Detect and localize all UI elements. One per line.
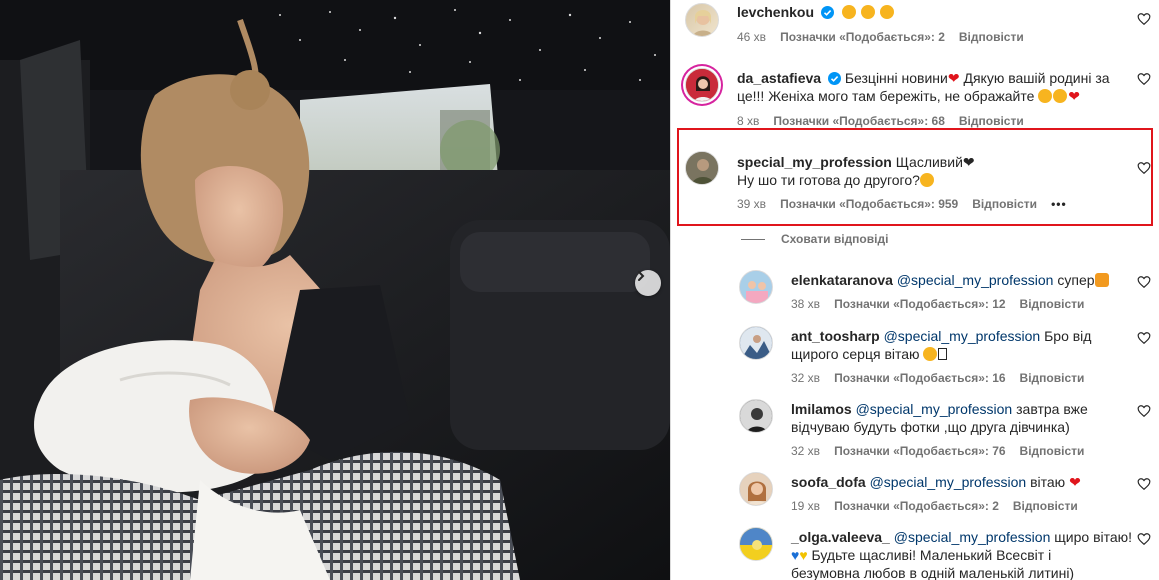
comment-text: Безцінні новини <box>844 70 948 86</box>
reply-time[interactable]: 32 хв <box>791 371 820 385</box>
reply-button[interactable]: Відповісти <box>1013 499 1078 513</box>
missing-glyph-icon <box>938 348 948 360</box>
comment-username[interactable]: da_astafieva <box>737 70 821 86</box>
reply-meta: 38 хв Позначки «Подобається»: 12 Відпові… <box>791 297 1084 311</box>
reply-time[interactable]: 19 хв <box>791 499 820 513</box>
reply-button[interactable]: Відповісти <box>959 114 1024 128</box>
reply-text-line2: відчуваю будуть фотки ,що друга дівчинка… <box>791 419 1070 435</box>
verified-badge-icon <box>820 6 834 19</box>
avatar[interactable] <box>739 326 773 360</box>
likes-count[interactable]: Позначки «Подобається»: 2 <box>834 499 999 513</box>
chevron-right-icon <box>638 271 645 281</box>
avatar[interactable] <box>685 3 719 37</box>
comment-meta: 8 хв Позначки «Подобається»: 68 Відповіс… <box>737 114 1024 128</box>
likes-count[interactable]: Позначки «Подобається»: 16 <box>834 371 1005 385</box>
reply-username[interactable]: elenkataranova <box>791 272 893 288</box>
reply-mention[interactable]: @special_my_profession <box>884 328 1041 344</box>
comment-username[interactable]: levchenkou <box>737 4 814 20</box>
heart-outline-icon[interactable] <box>1137 161 1151 175</box>
likes-count[interactable]: Позначки «Подобається»: 12 <box>834 297 1005 311</box>
yellow-heart-emoji-icon: ♥ <box>799 547 808 563</box>
avatar[interactable] <box>685 151 719 185</box>
heart-outline-icon[interactable] <box>1137 12 1151 26</box>
reply-username[interactable]: ant_toosharp <box>791 328 880 344</box>
reply-time[interactable]: 32 хв <box>791 444 820 458</box>
reply-text-line2: щирого серця вітаю <box>791 346 920 362</box>
likes-count[interactable]: Позначки «Подобається»: 76 <box>834 444 1005 458</box>
reply-button[interactable]: Відповісти <box>1020 297 1085 311</box>
heart-emoji-icon: ❤ <box>1069 474 1081 490</box>
reply-username[interactable]: soofa_dofa <box>791 474 866 490</box>
reply-mention[interactable]: @special_my_profession <box>856 401 1013 417</box>
heart-outline-icon[interactable] <box>1137 275 1151 289</box>
avatar[interactable] <box>739 472 773 506</box>
reply-text-line3: безумовна любов в одній маленькій литині… <box>791 565 1075 580</box>
reply-button[interactable]: Відповісти <box>959 30 1024 44</box>
broken-heart-emoji-icon: ❤ <box>947 70 960 86</box>
avatar[interactable] <box>739 399 773 433</box>
likes-count[interactable]: Позначки «Подобається»: 2 <box>780 30 945 44</box>
laughing-emoji-icon <box>1038 89 1053 103</box>
reply-text: вітаю <box>1026 474 1066 490</box>
avatar[interactable] <box>739 270 773 304</box>
star-eyes-emoji-icon <box>841 5 856 19</box>
screaming-emoji-icon <box>923 347 938 361</box>
black-heart-emoji-icon: ❤ <box>962 154 975 170</box>
comment-time[interactable]: 39 хв <box>737 197 766 211</box>
likes-count[interactable]: Позначки «Подобається»: 68 <box>773 114 944 128</box>
emoji-group <box>841 4 895 20</box>
reply-meta: 19 хв Позначки «Подобається»: 2 Відповіс… <box>791 499 1078 513</box>
reply-text: Бро від <box>1040 328 1092 344</box>
heart-outline-icon[interactable] <box>1137 72 1151 86</box>
comment-text: Щасливий <box>895 154 963 170</box>
reply-button[interactable]: Відповісти <box>972 197 1037 211</box>
hide-replies-button[interactable]: Сховати відповіді <box>781 232 888 246</box>
comment-text-line2: Ну шо ти готова до другого? <box>737 172 920 188</box>
reply-text: завтра вже <box>1012 401 1088 417</box>
reply-text: щиро вітаю! <box>1050 529 1133 545</box>
heart-outline-icon[interactable] <box>1137 331 1151 345</box>
comment-username[interactable]: special_my_profession <box>737 154 892 170</box>
comment-meta: 39 хв Позначки «Подобається»: 959 Відпов… <box>737 197 1067 211</box>
heart-emoji-icon: ❤ <box>1068 88 1080 104</box>
fire-emoji-icon <box>1094 273 1109 287</box>
post-photo <box>0 0 670 580</box>
heart-outline-icon[interactable] <box>1137 477 1151 491</box>
reply-button[interactable]: Відповісти <box>1020 444 1085 458</box>
avatar[interactable] <box>739 527 773 561</box>
hide-replies-line <box>741 239 765 240</box>
reply-text: супер <box>1053 272 1095 288</box>
star-eyes-emoji-icon <box>919 173 934 187</box>
screaming-emoji-icon <box>1053 89 1068 103</box>
comment-time[interactable]: 46 хв <box>737 30 766 44</box>
star-eyes-emoji-icon <box>879 5 894 19</box>
reply-text-line2: Будьте щасливі! Маленький Всесвіт і <box>807 547 1052 563</box>
comments-panel: levchenkou 46 хв Позначки «Подобається»:… <box>671 0 1159 580</box>
verified-badge-icon <box>827 72 841 85</box>
reply-mention[interactable]: @special_my_profession <box>897 272 1054 288</box>
reply-time[interactable]: 38 хв <box>791 297 820 311</box>
next-photo-button[interactable] <box>635 270 661 296</box>
avatar[interactable] <box>685 68 719 102</box>
reply-meta: 32 хв Позначки «Подобається»: 16 Відпові… <box>791 371 1084 385</box>
comment-text-line2: це!!! Женіха мого там бережіть, не ображ… <box>737 88 1035 104</box>
reply-mention[interactable]: @special_my_profession <box>894 529 1051 545</box>
comment-meta: 46 хв Позначки «Подобається»: 2 Відповіс… <box>737 30 1024 44</box>
star-eyes-emoji-icon <box>860 5 875 19</box>
heart-outline-icon[interactable] <box>1137 404 1151 418</box>
comment-text-cont: Дякую вашій родині за <box>959 70 1110 86</box>
reply-meta: 32 хв Позначки «Подобається»: 76 Відпові… <box>791 444 1084 458</box>
reply-username[interactable]: lmilamos <box>791 401 852 417</box>
reply-button[interactable]: Відповісти <box>1020 371 1085 385</box>
heart-outline-icon[interactable] <box>1137 532 1151 546</box>
reply-username[interactable]: _olga.valeeva_ <box>791 529 890 545</box>
reply-mention[interactable]: @special_my_profession <box>870 474 1027 490</box>
more-options-button[interactable]: ••• <box>1051 197 1067 211</box>
photo-illustration <box>0 0 670 580</box>
likes-count[interactable]: Позначки «Подобається»: 959 <box>780 197 958 211</box>
comment-time[interactable]: 8 хв <box>737 114 759 128</box>
